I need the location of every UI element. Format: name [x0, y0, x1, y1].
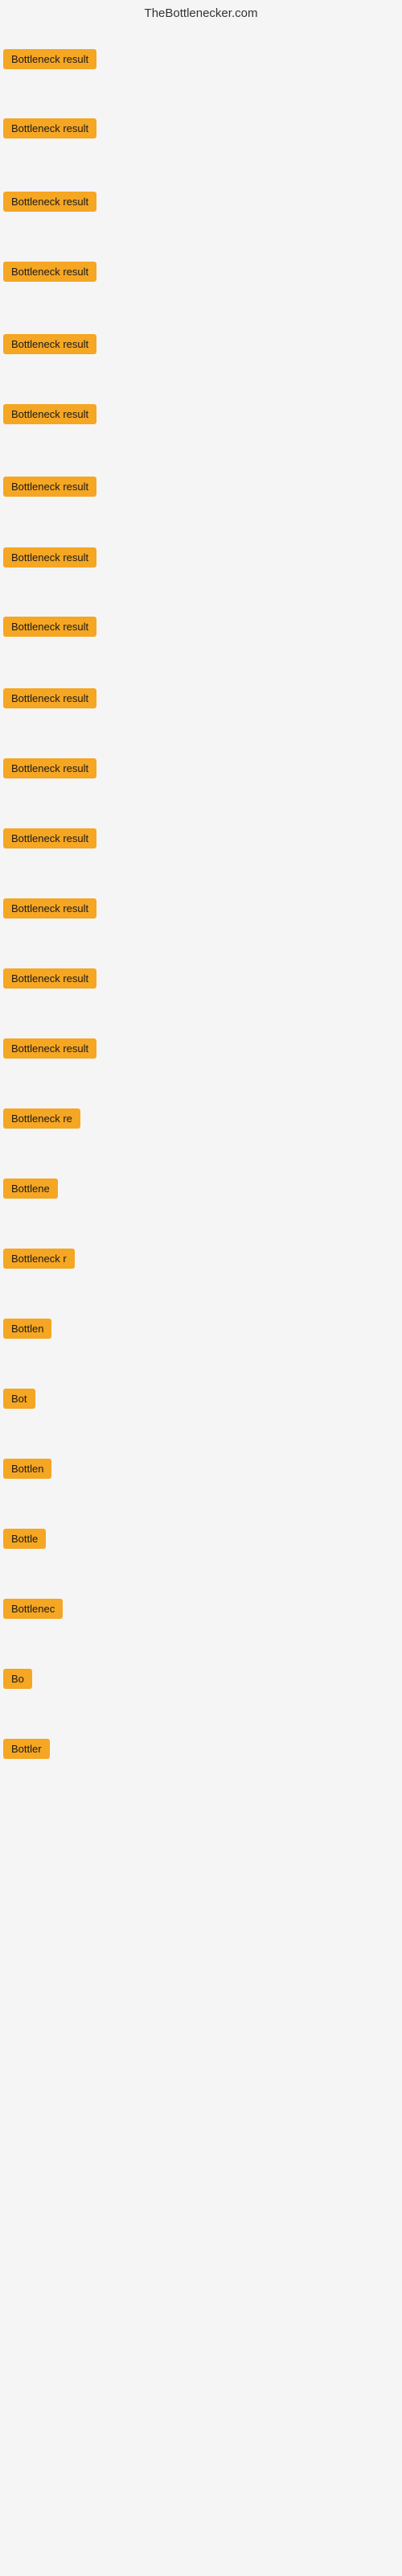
badge-row-7: Bottleneck result	[3, 477, 96, 501]
badges-container: Bottleneck result Bottleneck result Bottle…	[0, 26, 402, 1958]
bottleneck-badge-10[interactable]: Bottleneck result	[3, 688, 96, 708]
badge-row-11: Bottleneck result	[3, 758, 96, 782]
badge-row-14: Bottleneck result	[3, 968, 96, 993]
badge-row-8: Bottleneck result	[3, 547, 96, 572]
bottleneck-badge-4[interactable]: Bottleneck result	[3, 262, 96, 282]
bottleneck-badge-25[interactable]: Bottler	[3, 1739, 50, 1759]
badge-row-4: Bottleneck result	[3, 262, 96, 286]
badge-row-12: Bottleneck result	[3, 828, 96, 852]
bottleneck-badge-17[interactable]: Bottlene	[3, 1179, 58, 1199]
bottleneck-badge-5[interactable]: Bottleneck result	[3, 334, 96, 354]
badge-row-22: Bottle	[3, 1529, 46, 1553]
badge-row-16: Bottleneck re	[3, 1108, 80, 1133]
badge-row-17: Bottlene	[3, 1179, 58, 1203]
bottleneck-badge-19[interactable]: Bottlen	[3, 1319, 51, 1339]
bottleneck-badge-13[interactable]: Bottleneck result	[3, 898, 96, 919]
bottleneck-badge-2[interactable]: Bottleneck result	[3, 118, 96, 138]
bottleneck-badge-11[interactable]: Bottleneck result	[3, 758, 96, 778]
bottleneck-badge-7[interactable]: Bottleneck result	[3, 477, 96, 497]
bottleneck-badge-9[interactable]: Bottleneck result	[3, 617, 96, 637]
badge-row-6: Bottleneck result	[3, 404, 96, 428]
page-wrapper: TheBottlenecker.com Bottleneck resultBot…	[0, 0, 402, 2576]
bottleneck-badge-14[interactable]: Bottleneck result	[3, 968, 96, 989]
bottleneck-badge-15[interactable]: Bottleneck result	[3, 1038, 96, 1059]
bottleneck-badge-22[interactable]: Bottle	[3, 1529, 46, 1549]
badge-row-5: Bottleneck result	[3, 334, 96, 358]
bottleneck-badge-1[interactable]: Bottleneck result	[3, 49, 96, 69]
badge-row-2: Bottleneck result	[3, 118, 96, 142]
bottleneck-badge-23[interactable]: Bottlenec	[3, 1599, 63, 1619]
badge-row-23: Bottlenec	[3, 1599, 63, 1623]
site-title: TheBottlenecker.com	[145, 6, 258, 20]
bottleneck-badge-6[interactable]: Bottleneck result	[3, 404, 96, 424]
bottleneck-badge-24[interactable]: Bo	[3, 1669, 32, 1689]
badge-row-19: Bottlen	[3, 1319, 51, 1343]
badge-row-15: Bottleneck result	[3, 1038, 96, 1063]
badge-row-10: Bottleneck result	[3, 688, 96, 712]
badge-row-21: Bottlen	[3, 1459, 51, 1483]
badge-row-25: Bottler	[3, 1739, 50, 1763]
bottleneck-badge-18[interactable]: Bottleneck r	[3, 1249, 75, 1269]
bottleneck-badge-16[interactable]: Bottleneck re	[3, 1108, 80, 1129]
badge-row-1: Bottleneck result	[3, 49, 96, 73]
badge-row-24: Bo	[3, 1669, 32, 1693]
bottleneck-badge-20[interactable]: Bot	[3, 1389, 35, 1409]
site-header: TheBottlenecker.com	[0, 0, 402, 26]
badge-row-9: Bottleneck result	[3, 617, 96, 641]
bottleneck-badge-8[interactable]: Bottleneck result	[3, 547, 96, 568]
bottleneck-badge-12[interactable]: Bottleneck result	[3, 828, 96, 848]
bottleneck-badge-21[interactable]: Bottlen	[3, 1459, 51, 1479]
bottleneck-badge-3[interactable]: Bottleneck result	[3, 192, 96, 212]
badge-row-20: Bot	[3, 1389, 35, 1413]
badge-row-18: Bottleneck r	[3, 1249, 75, 1273]
badge-row-3: Bottleneck result	[3, 192, 96, 216]
badge-row-13: Bottleneck result	[3, 898, 96, 923]
